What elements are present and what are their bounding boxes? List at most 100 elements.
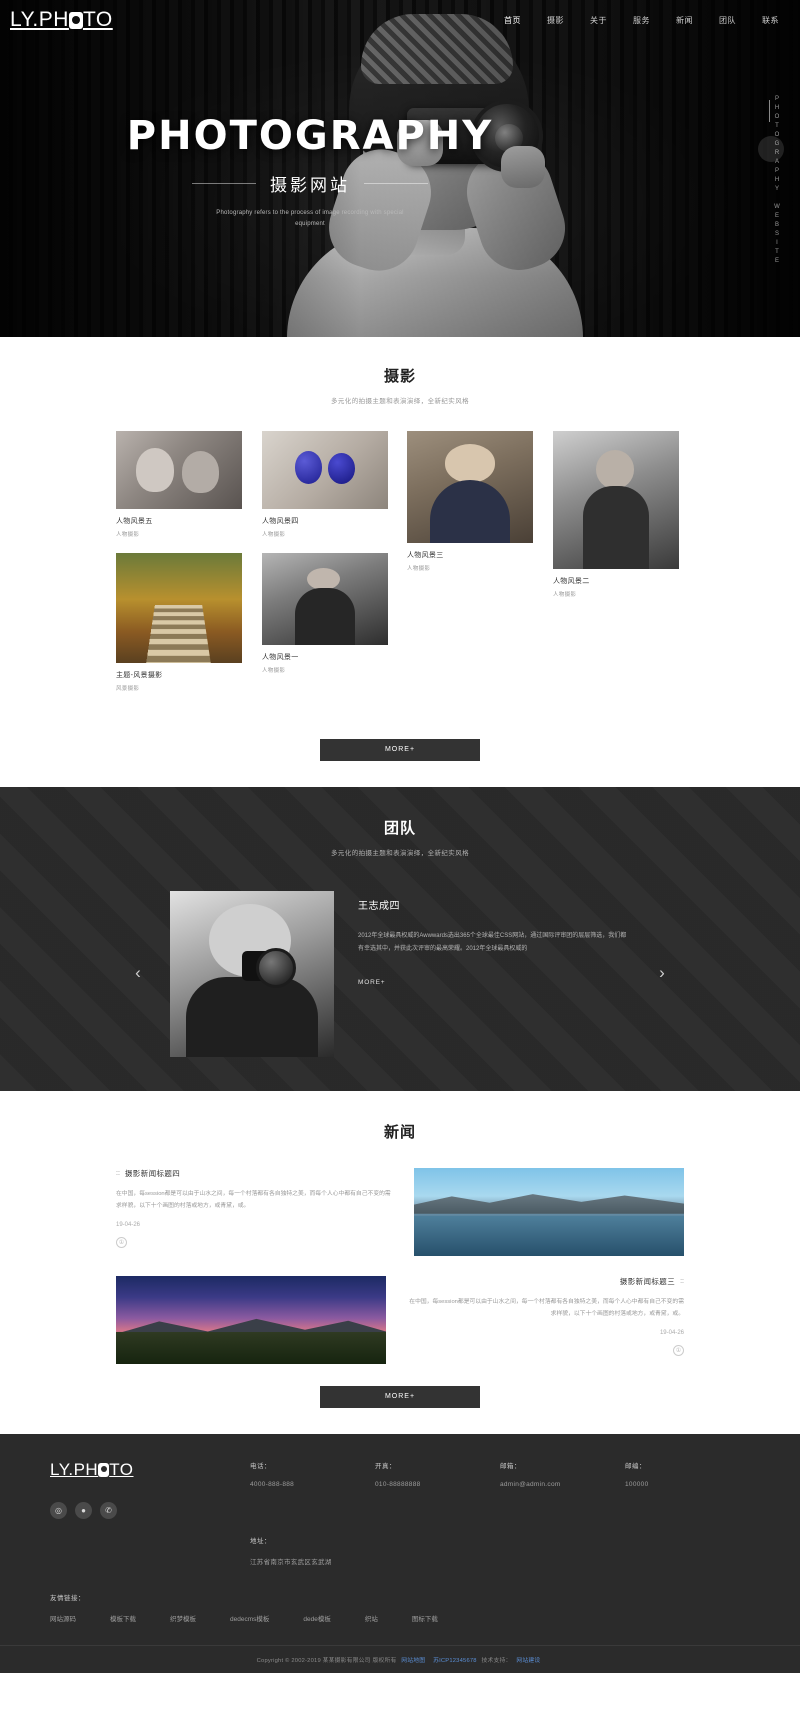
nav-item-team[interactable]: 团队 [706, 12, 749, 29]
friendly-links-row: 网站源码 模板下载 织梦模板 dedecms模板 dede模板 织站 图标下载 [50, 1613, 750, 1623]
team-member-name: 王志成四 [358, 901, 400, 912]
main-navigation: 首页 摄影 关于 服务 新闻 团队 联系 [491, 12, 792, 29]
tech-support-label: 技术支持： [481, 1658, 512, 1664]
footer-logo[interactable]: LY.PH TO [50, 1460, 250, 1480]
gallery-caption: 人物风景三 [407, 552, 444, 559]
site-footer: LY.PH TO ◎ ● ✆ 电话： 4000-888-888 开真： 010-8… [0, 1434, 800, 1673]
gallery-thumbnail[interactable] [553, 431, 679, 569]
photography-more-button[interactable]: MORE+ [320, 739, 480, 761]
hero-description: Photography refers to the process of ima… [216, 209, 404, 227]
footer-contact-email: 邮箱： admin@admin.com [500, 1460, 625, 1519]
sitemap-link[interactable]: 网站地图 [401, 1658, 425, 1664]
team-member-photo [170, 891, 334, 1057]
photography-title: 摄影 [383, 368, 416, 385]
site-logo[interactable]: LY.PH TO [10, 8, 113, 32]
footer-contact-phone: 电话： 4000-888-888 [250, 1460, 375, 1519]
news-bullet-icon: :: [680, 1278, 684, 1285]
nav-item-service[interactable]: 服务 [620, 12, 663, 29]
contact-value: 4000-888-888 [250, 1481, 295, 1488]
divider-right [364, 182, 428, 184]
gallery-category: 人物摄影 [407, 566, 431, 572]
camera-lens-icon [98, 1463, 110, 1477]
nav-item-photography[interactable]: 摄影 [534, 12, 577, 29]
photography-section: 摄影 多元化的拍摄主题和表演演绎，全新纪实风格 人物风景五 人物摄影 人物风景四… [0, 337, 800, 787]
tech-support-link[interactable]: 网站建设 [516, 1658, 540, 1664]
friendly-link[interactable]: 图标下载 [412, 1613, 438, 1623]
contact-value: 010-88888888 [375, 1481, 421, 1488]
team-prev-arrow-icon[interactable]: ‹ [128, 963, 148, 983]
news-item-date: 19-04-26 [116, 1222, 141, 1229]
address-label: 地址： [250, 1538, 271, 1545]
news-item-thumbnail[interactable] [414, 1168, 684, 1256]
gallery-category: 风景摄影 [116, 686, 140, 692]
news-item[interactable]: :: 摄影新闻标题四 在中国，每session都是可以由于山水之间，每一个村落都… [116, 1168, 684, 1256]
team-member-info: 王志成四 2012年全球最具权威的Awwwards选出365个全球最佳CSS网站… [358, 891, 630, 1057]
footer-logo-text-pre: LY.PH [50, 1460, 99, 1479]
news-item-body: 在中国，每session都是可以由于山水之间，每一个村落都有各自独特之美，而每个… [409, 1299, 684, 1317]
divider-left [192, 182, 256, 184]
contact-label: 邮编： [625, 1463, 646, 1470]
friendly-link[interactable]: dede模板 [303, 1613, 330, 1623]
gallery-thumbnail[interactable] [262, 431, 388, 509]
nav-item-contact[interactable]: 联系 [749, 12, 792, 29]
friendly-link[interactable]: 织站 [365, 1613, 378, 1623]
gallery-category: 人物摄影 [116, 532, 140, 538]
news-item-body: 在中国，每session都是可以由于山水之间，每一个村落都有各自独特之美，而每个… [116, 1191, 391, 1209]
footer-address-row: 地址： 江苏省南京市玄武区玄武湖 [50, 1535, 750, 1566]
nav-item-about[interactable]: 关于 [577, 12, 620, 29]
team-header: 团队 多元化的拍摄主题和表演演绎，全新纪实风格 [0, 817, 800, 857]
team-member-description: 2012年全球最具权威的Awwwards选出365个全球最佳CSS网站，通过国际… [358, 933, 627, 952]
nav-item-home[interactable]: 首页 [491, 12, 534, 29]
news-section: 新闻 :: 摄影新闻标题四 在中国，每session都是可以由于山水之间，每一个… [0, 1091, 800, 1434]
team-more-link[interactable]: MORE+ [358, 979, 385, 986]
friendly-link[interactable]: dedecms模板 [230, 1613, 269, 1623]
news-item-title[interactable]: 摄影新闻标题三 [620, 1276, 675, 1287]
news-item[interactable]: 摄影新闻标题三 :: 在中国，每session都是可以由于山水之间，每一个村落都… [116, 1276, 684, 1364]
gallery-thumbnail[interactable] [116, 431, 242, 509]
gallery-card[interactable]: 人物风景四 人物摄影 [262, 431, 388, 538]
hero-decorative-circle [758, 136, 784, 162]
news-more-button[interactable]: MORE+ [320, 1386, 480, 1408]
news-item-date: 19-04-26 [659, 1330, 684, 1337]
gallery-card[interactable]: 人物风景五 人物摄影 [116, 431, 242, 538]
friendly-link[interactable]: 网站源码 [50, 1613, 76, 1623]
friendly-link[interactable]: 模板下载 [110, 1613, 136, 1623]
team-subtitle: 多元化的拍摄主题和表演演绎，全新纪实风格 [331, 850, 469, 857]
gallery-thumbnail[interactable] [262, 553, 388, 645]
weibo-icon[interactable]: ◎ [50, 1502, 67, 1519]
gallery-thumbnail[interactable] [407, 431, 533, 543]
news-item-marker: ① [673, 1345, 684, 1357]
gallery-card[interactable]: 主题-风景摄影 风景摄影 [116, 553, 242, 692]
wechat-icon[interactable]: ✆ [100, 1502, 117, 1519]
news-item-title[interactable]: 摄影新闻标题四 [125, 1168, 180, 1179]
gallery-caption: 人物风景一 [262, 654, 299, 661]
icp-number-link[interactable]: 苏ICP12345678 [433, 1658, 477, 1664]
hero-vertical-line [769, 100, 770, 122]
gallery-caption: 人物风景五 [116, 518, 153, 525]
footer-copyright: Copyright © 2002-2019 某某摄影有限公司 版权所有 网站地图… [0, 1645, 800, 1673]
camera-icon [242, 947, 297, 988]
news-item-thumbnail[interactable] [116, 1276, 386, 1364]
gallery-thumbnail[interactable] [116, 553, 242, 663]
footer-contact-fax: 开真： 010-88888888 [375, 1460, 500, 1519]
photography-header: 摄影 多元化的拍摄主题和表演演绎，全新纪实风格 [0, 365, 800, 405]
friendly-link[interactable]: 织梦模板 [170, 1613, 196, 1623]
gallery-card[interactable]: 人物风景一 人物摄影 [262, 553, 388, 674]
footer-friendly-links: 友情链接： 网站源码 模板下载 织梦模板 dedecms模板 dede模板 织站… [50, 1592, 750, 1623]
gallery-category: 人物摄影 [262, 668, 286, 674]
footer-social-links: ◎ ● ✆ [50, 1502, 250, 1519]
footer-brand-block: LY.PH TO ◎ ● ✆ [50, 1460, 250, 1519]
gallery-card[interactable]: 人物风景三 人物摄影 [407, 431, 533, 572]
footer-contact-zip: 邮编： 100000 [625, 1460, 750, 1519]
qq-icon[interactable]: ● [75, 1502, 92, 1519]
camera-lens-icon [68, 11, 83, 29]
gallery-category: 人物摄影 [553, 592, 577, 598]
gallery-card[interactable]: 人物风景二 人物摄影 [553, 431, 679, 598]
gallery-caption: 人物风景四 [262, 518, 299, 525]
logo-text-post: TO [82, 8, 113, 31]
team-next-arrow-icon[interactable]: › [652, 963, 672, 983]
nav-item-news[interactable]: 新闻 [663, 12, 706, 29]
news-header: 新闻 [0, 1121, 800, 1142]
contact-label: 邮箱： [500, 1463, 521, 1470]
photography-subtitle: 多元化的拍摄主题和表演演绎，全新纪实风格 [331, 398, 469, 405]
